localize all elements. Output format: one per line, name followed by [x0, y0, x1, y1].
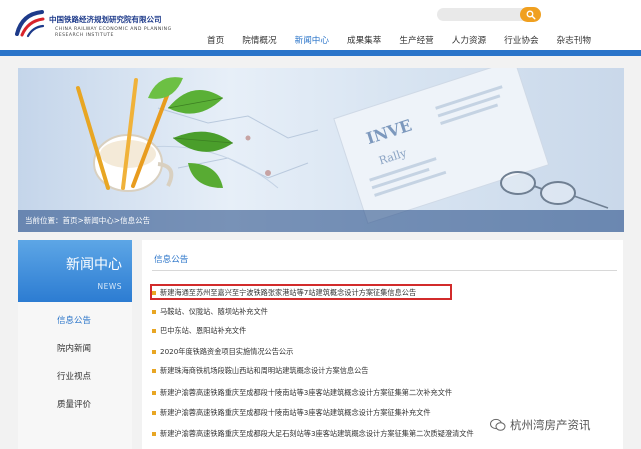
- org-name-cn: 中国铁路经济规划研究院有限公司: [49, 15, 162, 24]
- search-icon: [526, 10, 536, 20]
- sidebar-item-announcements[interactable]: 信息公告: [18, 308, 132, 334]
- sidebar-item-internal-news[interactable]: 院内新闻: [18, 336, 132, 362]
- nav-magazine[interactable]: 杂志刊物: [548, 34, 600, 50]
- search-button[interactable]: [520, 7, 541, 22]
- list-item[interactable]: 巴中东站、恩阳站补充文件: [152, 324, 617, 338]
- breadcrumb: 当前位置：首页>新闻中心>信息公告: [18, 210, 624, 232]
- sidebar-header: 新闻中心 NEWS: [18, 240, 132, 302]
- main-nav: 首页 院情概况 新闻中心 成果集萃 生产经营 人力资源 行业协会 杂志刊物: [198, 34, 600, 52]
- sidebar-item-quality-review[interactable]: 质量评价: [18, 392, 132, 418]
- nav-business[interactable]: 生产经营: [390, 34, 442, 50]
- org-name-en-line1: CHINA RAILWAY ECONOMIC AND PLANNING: [55, 27, 172, 32]
- nav-association[interactable]: 行业协会: [495, 34, 547, 50]
- banner-image: INVE Rally 当前位置：首页>新闻中心>信息公告: [18, 68, 624, 232]
- section-divider: [152, 270, 617, 271]
- watermark: 杭州湾房产资讯: [490, 417, 591, 433]
- list-item[interactable]: 新建珠海商铁机场段鞍山西站和周明站建筑概念设计方案信息公告: [152, 364, 617, 378]
- sidebar-item-industry-view[interactable]: 行业视点: [18, 364, 132, 390]
- list-item[interactable]: 马鞍站、仪陇站、随坝站补充文件: [152, 305, 617, 319]
- org-name-en-line2: RESEARCH INSTITUTE: [55, 33, 114, 38]
- header-divider: [0, 50, 641, 56]
- site-header: 中国铁路经济规划研究院有限公司 CHINA RAILWAY ECONOMIC A…: [0, 0, 641, 52]
- watermark-text: 杭州湾房产资讯: [510, 418, 591, 432]
- nav-about[interactable]: 院情概况: [233, 34, 285, 50]
- sidebar-subtitle: NEWS: [97, 282, 122, 291]
- list-item[interactable]: 2020年度铁路资金项目实施情况公告公示: [152, 345, 617, 359]
- section-title: 信息公告: [154, 255, 189, 265]
- highlight-annotation: [150, 284, 452, 300]
- nav-hr[interactable]: 人力资源: [443, 34, 495, 50]
- sidebar: 新闻中心 NEWS 信息公告 院内新闻 行业视点 质量评价: [18, 240, 132, 449]
- nav-home[interactable]: 首页: [198, 34, 233, 50]
- nav-achievements[interactable]: 成果集萃: [338, 34, 390, 50]
- list-item[interactable]: 新建沪渝蓉高速铁路重庆至成都段十陵南站等3座客站建筑概念设计方案征集第二次补充文…: [152, 386, 617, 400]
- nav-news[interactable]: 新闻中心: [286, 34, 338, 52]
- wechat-icon: [490, 418, 506, 431]
- sidebar-title: 新闻中心: [66, 257, 122, 273]
- banner-illustration: INVE Rally: [76, 68, 609, 224]
- railway-logo-icon[interactable]: [14, 8, 46, 38]
